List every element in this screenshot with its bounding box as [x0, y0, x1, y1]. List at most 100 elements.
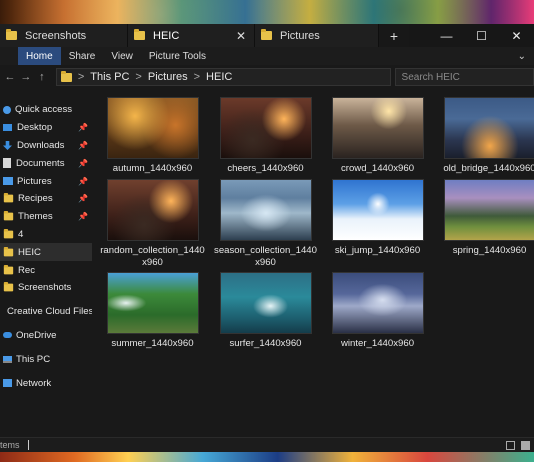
- breadcrumb[interactable]: > This PC > Pictures > HEIC: [55, 68, 391, 86]
- sidebar-item-creative-cloud[interactable]: Creative Cloud Files: [0, 303, 93, 321]
- folder-icon: [3, 211, 14, 221]
- file-tile[interactable]: old_bridge_1440x960: [437, 97, 534, 175]
- breadcrumb-item[interactable]: Pictures: [148, 71, 188, 83]
- pc-icon: [3, 355, 12, 363]
- back-arrow-icon[interactable]: ←: [4, 71, 16, 83]
- sidebar-item-4[interactable]: 4: [0, 226, 92, 244]
- folder-icon: [3, 228, 14, 239]
- ribbon-file-tab[interactable]: [0, 47, 18, 65]
- image-thumbnail: [219, 272, 312, 334]
- sidebar-item-label: Rec: [18, 264, 36, 276]
- tab-strip: Screenshots HEIC ✕ Pictures + — ☐ ✕: [0, 24, 534, 47]
- file-name: season_collection_1440x960: [214, 245, 317, 268]
- tab-heic[interactable]: HEIC ✕: [128, 24, 255, 47]
- sidebar-item-themes[interactable]: Themes 📌: [0, 208, 92, 226]
- pin-icon: 📌: [78, 176, 88, 186]
- up-arrow-icon[interactable]: ↑: [36, 71, 48, 83]
- ribbon-tabs: Home Share View Picture Tools ⌄: [0, 47, 534, 65]
- desktop-wallpaper-bottom: [0, 452, 534, 462]
- file-tile[interactable]: surfer_1440x960: [213, 272, 318, 350]
- minimize-button[interactable]: —: [429, 24, 464, 47]
- forward-arrow-icon[interactable]: →: [20, 71, 32, 83]
- new-tab-button[interactable]: +: [379, 24, 409, 47]
- close-icon[interactable]: ✕: [234, 29, 248, 43]
- file-tile[interactable]: spring_1440x960: [437, 179, 534, 257]
- chevron-down-icon[interactable]: ⌄: [518, 51, 526, 62]
- onedrive-icon: [3, 332, 12, 339]
- folder-icon: [3, 193, 14, 203]
- file-tile[interactable]: cheers_1440x960: [213, 97, 318, 175]
- image-thumbnail: [106, 272, 199, 334]
- sidebar-item-label: Themes: [18, 211, 53, 223]
- sidebar-item-label: Screenshots: [18, 282, 72, 294]
- sidebar-item-onedrive[interactable]: OneDrive: [0, 327, 92, 345]
- sidebar-item-desktop[interactable]: Desktop 📌: [0, 119, 92, 137]
- folder-icon: [60, 70, 72, 82]
- sidebar-item-label: Recipes: [18, 193, 53, 205]
- pin-icon: 📌: [78, 123, 88, 133]
- document-icon: [3, 158, 11, 169]
- ribbon-share-tab[interactable]: Share: [61, 47, 104, 65]
- file-tile[interactable]: autumn_1440x960: [100, 97, 205, 175]
- file-name: summer_1440x960: [111, 338, 194, 349]
- pin-icon: 📌: [78, 140, 88, 150]
- breadcrumb-item[interactable]: This PC: [90, 71, 129, 83]
- sidebar-item-label: Documents: [16, 157, 65, 169]
- sidebar-item-documents[interactable]: Documents 📌: [0, 154, 92, 172]
- network-icon: [3, 379, 12, 388]
- sidebar-item-label: HEIC: [18, 246, 41, 258]
- ribbon-view-tab[interactable]: View: [103, 47, 141, 65]
- sidebar-item-rec[interactable]: Rec: [0, 261, 92, 279]
- sidebar-item-label: OneDrive: [16, 329, 57, 341]
- navigation-pane: Quick access Desktop 📌 Downloads 📌 Docum…: [0, 89, 93, 437]
- large-icons-view-button[interactable]: [521, 440, 530, 450]
- breadcrumb-sep: >: [193, 71, 201, 83]
- breadcrumb-item[interactable]: HEIC: [206, 71, 232, 83]
- tab-pictures[interactable]: Pictures: [255, 24, 379, 47]
- sidebar-item-recipes[interactable]: Recipes 📌: [0, 190, 92, 208]
- image-thumbnail: [219, 97, 312, 159]
- image-thumbnail: [106, 97, 199, 159]
- file-name: surfer_1440x960: [229, 338, 302, 349]
- explorer-main: Quick access Desktop 📌 Downloads 📌 Docum…: [0, 89, 534, 437]
- desktop-wallpaper-top: [0, 0, 534, 24]
- folder-icon: [3, 264, 14, 274]
- file-name: random_collection_1440x960: [100, 245, 205, 268]
- file-name: autumn_1440x960: [112, 163, 193, 174]
- maximize-button[interactable]: ☐: [464, 24, 499, 47]
- file-tile[interactable]: winter_1440x960: [325, 272, 430, 350]
- tab-screenshots[interactable]: Screenshots: [0, 24, 128, 47]
- pin-icon: 📌: [78, 212, 88, 222]
- file-name: winter_1440x960: [340, 338, 415, 349]
- search-input[interactable]: [401, 71, 533, 83]
- ribbon-picture-tools-tab[interactable]: Picture Tools: [141, 47, 214, 65]
- sidebar-item-screenshots[interactable]: Screenshots: [0, 279, 92, 297]
- sidebar-item-label: 4: [18, 228, 24, 240]
- sidebar-item-network[interactable]: Network: [0, 374, 92, 392]
- file-tile[interactable]: ski_jump_1440x960: [325, 179, 430, 257]
- image-thumbnail: [331, 272, 424, 334]
- breadcrumb-sep: >: [135, 71, 142, 83]
- sidebar-item-this-pc[interactable]: This PC: [0, 350, 92, 368]
- pictures-icon: [3, 177, 13, 186]
- file-tile[interactable]: random_collection_1440x960: [100, 179, 205, 269]
- file-name: ski_jump_1440x960: [334, 245, 421, 256]
- details-view-button[interactable]: [506, 440, 515, 450]
- file-tile[interactable]: crowd_1440x960: [325, 97, 430, 175]
- file-tile[interactable]: season_collection_1440x960: [213, 179, 318, 269]
- sidebar-item-quick-access[interactable]: Quick access: [0, 101, 92, 119]
- sidebar-item-pictures[interactable]: Pictures 📌: [0, 172, 92, 190]
- search-box[interactable]: [394, 68, 534, 86]
- ribbon-home-tab[interactable]: Home: [18, 47, 61, 65]
- sidebar-item-label: Downloads: [17, 139, 65, 151]
- pin-icon: 📌: [78, 194, 88, 204]
- item-count: tems: [0, 440, 20, 450]
- close-window-button[interactable]: ✕: [499, 24, 534, 47]
- tab-label: HEIC: [153, 29, 180, 42]
- file-tile[interactable]: summer_1440x960: [100, 272, 205, 350]
- sidebar-item-label: Desktop: [17, 122, 53, 134]
- window-controls: — ☐ ✕: [409, 24, 534, 47]
- sidebar-item-downloads[interactable]: Downloads 📌: [0, 137, 92, 155]
- sidebar-item-heic[interactable]: HEIC: [0, 243, 92, 262]
- image-thumbnail: [106, 179, 199, 241]
